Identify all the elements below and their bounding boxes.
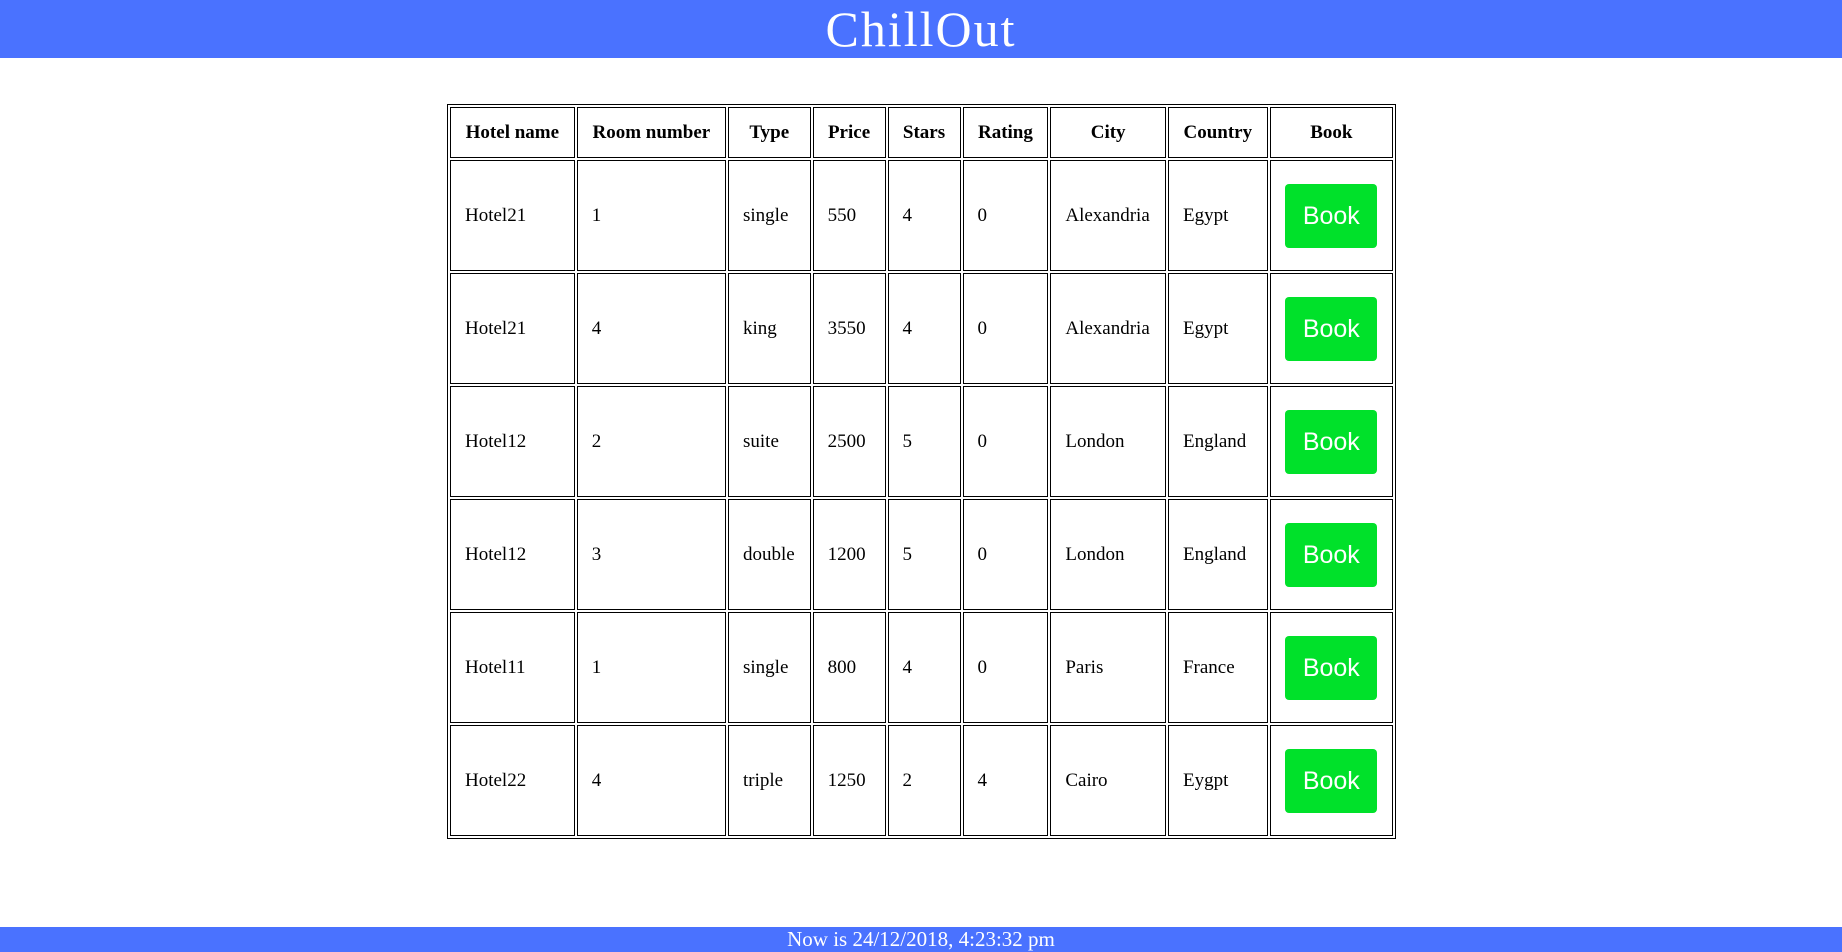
cell-room-number: 2 xyxy=(576,386,726,497)
cell-room-number: 3 xyxy=(576,499,726,610)
rooms-table: Hotel name Room number Type Price Stars … xyxy=(447,104,1396,839)
table-row: Hotel21 4 king 3550 4 0 Alexandria Egypt… xyxy=(450,273,1393,384)
column-header-room-number: Room number xyxy=(576,107,726,158)
cell-hotel-name: Hotel22 xyxy=(450,725,575,836)
cell-book: Book xyxy=(1269,273,1393,384)
table-row: Hotel21 1 single 550 4 0 Alexandria Egyp… xyxy=(450,160,1393,271)
cell-type: single xyxy=(728,160,811,271)
cell-stars: 2 xyxy=(887,725,961,836)
book-button[interactable]: Book xyxy=(1285,183,1378,248)
column-header-stars: Stars xyxy=(887,107,961,158)
book-button[interactable]: Book xyxy=(1285,296,1378,361)
cell-price: 1200 xyxy=(812,499,886,610)
column-header-price: Price xyxy=(812,107,886,158)
table-row: Hotel12 2 suite 2500 5 0 London England … xyxy=(450,386,1393,497)
cell-stars: 5 xyxy=(887,386,961,497)
book-button[interactable]: Book xyxy=(1285,409,1378,474)
book-button[interactable]: Book xyxy=(1285,748,1378,813)
cell-city: Cairo xyxy=(1050,725,1166,836)
cell-country: England xyxy=(1167,499,1268,610)
rooms-table-container: Hotel name Room number Type Price Stars … xyxy=(447,104,1396,839)
cell-hotel-name: Hotel21 xyxy=(450,273,575,384)
cell-rating: 0 xyxy=(962,386,1049,497)
table-header-row: Hotel name Room number Type Price Stars … xyxy=(450,107,1393,158)
book-button[interactable]: Book xyxy=(1285,522,1378,587)
cell-stars: 4 xyxy=(887,612,961,723)
cell-city: Alexandria xyxy=(1050,160,1166,271)
cell-room-number: 4 xyxy=(576,273,726,384)
column-header-book: Book xyxy=(1269,107,1393,158)
cell-price: 3550 xyxy=(812,273,886,384)
cell-rating: 4 xyxy=(962,725,1049,836)
cell-type: suite xyxy=(728,386,811,497)
table-row: Hotel11 1 single 800 4 0 Paris France Bo… xyxy=(450,612,1393,723)
column-header-type: Type xyxy=(728,107,811,158)
site-title: ChillOut xyxy=(825,1,1017,57)
cell-city: Alexandria xyxy=(1050,273,1166,384)
cell-country: Egypt xyxy=(1167,273,1268,384)
column-header-city: City xyxy=(1050,107,1166,158)
cell-rating: 0 xyxy=(962,160,1049,271)
cell-room-number: 4 xyxy=(576,725,726,836)
cell-book: Book xyxy=(1269,499,1393,610)
page: ChillOut Hotel name Room number Type Pri… xyxy=(0,0,1842,952)
header-bar: ChillOut xyxy=(0,0,1842,58)
cell-hotel-name: Hotel21 xyxy=(450,160,575,271)
cell-stars: 4 xyxy=(887,160,961,271)
cell-type: single xyxy=(728,612,811,723)
cell-book: Book xyxy=(1269,725,1393,836)
cell-city: Paris xyxy=(1050,612,1166,723)
cell-hotel-name: Hotel12 xyxy=(450,499,575,610)
column-header-hotel-name: Hotel name xyxy=(450,107,575,158)
cell-rating: 0 xyxy=(962,612,1049,723)
cell-city: London xyxy=(1050,386,1166,497)
cell-country: England xyxy=(1167,386,1268,497)
column-header-rating: Rating xyxy=(962,107,1049,158)
cell-price: 550 xyxy=(812,160,886,271)
cell-country: Eygpt xyxy=(1167,725,1268,836)
cell-book: Book xyxy=(1269,612,1393,723)
book-button[interactable]: Book xyxy=(1285,635,1378,700)
cell-price: 2500 xyxy=(812,386,886,497)
cell-book: Book xyxy=(1269,386,1393,497)
cell-stars: 4 xyxy=(887,273,961,384)
cell-rating: 0 xyxy=(962,273,1049,384)
cell-price: 1250 xyxy=(812,725,886,836)
cell-country: France xyxy=(1167,612,1268,723)
cell-type: double xyxy=(728,499,811,610)
footer-bar: Now is 24/12/2018, 4:23:32 pm xyxy=(0,927,1842,952)
cell-type: triple xyxy=(728,725,811,836)
table-row: Hotel12 3 double 1200 5 0 London England… xyxy=(450,499,1393,610)
current-time-text: Now is 24/12/2018, 4:23:32 pm xyxy=(787,927,1055,951)
cell-hotel-name: Hotel11 xyxy=(450,612,575,723)
cell-type: king xyxy=(728,273,811,384)
column-header-country: Country xyxy=(1167,107,1268,158)
cell-rating: 0 xyxy=(962,499,1049,610)
cell-room-number: 1 xyxy=(576,160,726,271)
cell-price: 800 xyxy=(812,612,886,723)
cell-room-number: 1 xyxy=(576,612,726,723)
cell-country: Egypt xyxy=(1167,160,1268,271)
cell-book: Book xyxy=(1269,160,1393,271)
cell-hotel-name: Hotel12 xyxy=(450,386,575,497)
table-row: Hotel22 4 triple 1250 2 4 Cairo Eygpt Bo… xyxy=(450,725,1393,836)
cell-city: London xyxy=(1050,499,1166,610)
cell-stars: 5 xyxy=(887,499,961,610)
